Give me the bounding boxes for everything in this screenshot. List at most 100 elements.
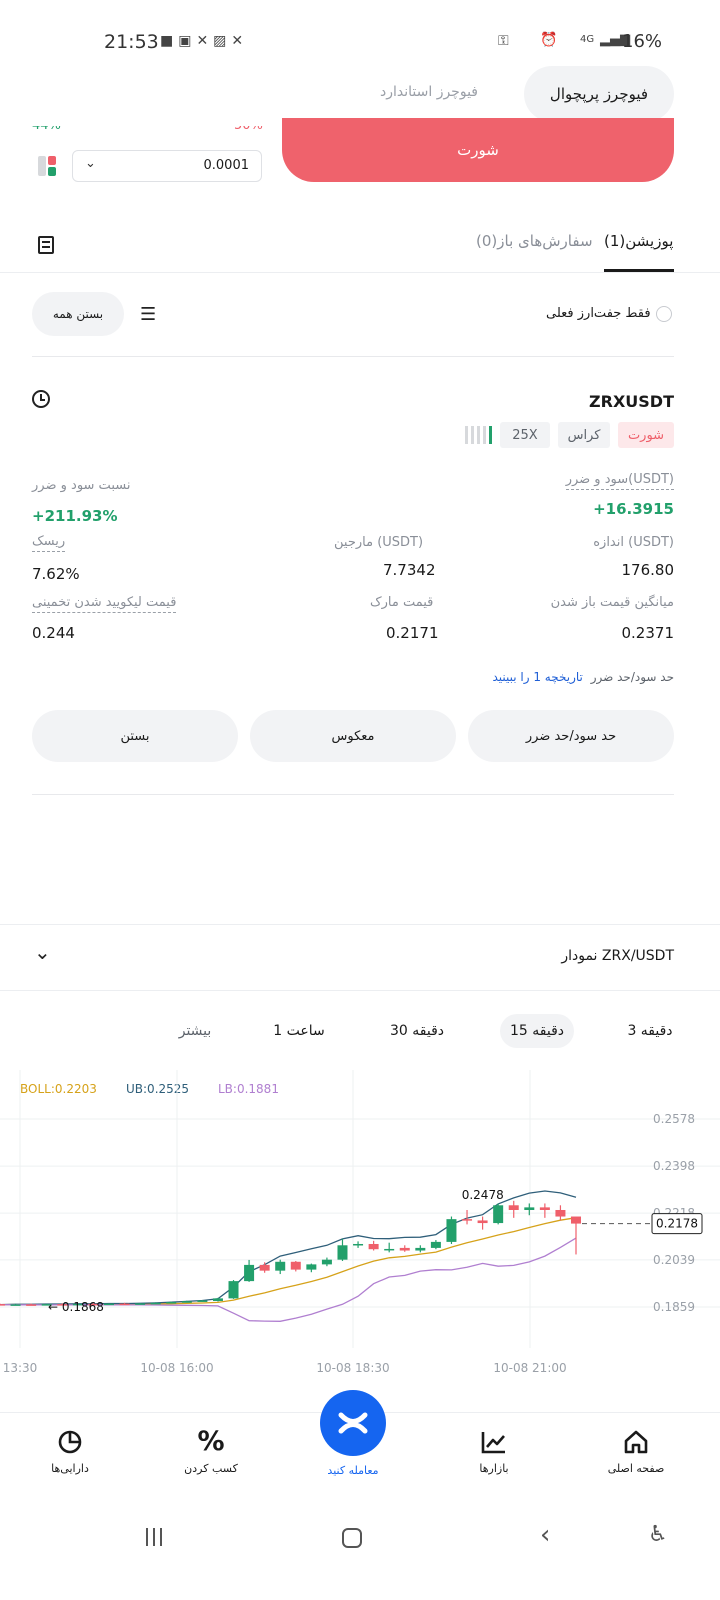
- home-icon: [624, 1430, 648, 1454]
- accessibility-icon[interactable]: ♿: [648, 1522, 668, 1547]
- tab-open-orders[interactable]: سفارش‌های باز(0): [476, 232, 593, 250]
- quantity-select[interactable]: ⌄ 0.0001: [72, 150, 262, 182]
- candle-body: [539, 1207, 550, 1210]
- side-badge-label: شورت: [627, 427, 665, 443]
- chart-title: نمودار ZRX/USDT: [561, 948, 674, 964]
- timeframe-3m[interactable]: 3 دقیقه: [620, 1014, 680, 1048]
- tab-positions[interactable]: پوزیشن(1): [604, 232, 674, 272]
- percent-icon: %: [197, 1426, 225, 1457]
- close-all-label: بستن همه: [52, 307, 104, 321]
- candle-body: [197, 1300, 208, 1302]
- size-value: 176.80: [621, 561, 675, 579]
- sort-icon[interactable]: ☰: [140, 304, 156, 325]
- tab-perpetual-label: فیوچرز پرپچوال: [549, 85, 649, 103]
- candlestick-chart[interactable]: 0.25780.23980.22180.20390.185913:3010-08…: [0, 1070, 720, 1390]
- tpsl-history-link[interactable]: تاریخچه 1 را ببینید: [492, 670, 582, 684]
- candle-body: [446, 1219, 457, 1242]
- nav-assets-label: دارایی‌ها: [51, 1462, 89, 1475]
- candle-body: [524, 1207, 535, 1210]
- risk-label[interactable]: ریسک: [32, 534, 66, 552]
- pnl-label[interactable]: سود و ضرر(USDT): [565, 472, 674, 490]
- leverage-badge: 25X: [500, 422, 550, 448]
- home-button[interactable]: [342, 1528, 362, 1548]
- reverse-button[interactable]: معکوس: [250, 710, 456, 762]
- tabs-divider: [0, 272, 720, 273]
- nav-trade[interactable]: معامله کنید: [303, 1390, 403, 1477]
- current-pair-only-label[interactable]: فقط جفت‌ارز فعلی: [546, 306, 651, 321]
- entry-price-value: 0.2371: [621, 624, 675, 642]
- reverse-button-label: معکوس: [331, 728, 375, 744]
- nav-earn[interactable]: % کسب کردن: [161, 1426, 261, 1476]
- x-tick-label: 10-08 21:00: [493, 1361, 566, 1375]
- candle-body: [181, 1301, 192, 1303]
- nav-markets[interactable]: بازارها: [444, 1428, 544, 1475]
- mark-price-label: قیمت مارک: [370, 595, 434, 610]
- timeframe-more[interactable]: بیشتر: [160, 1014, 230, 1048]
- candle-body: [321, 1259, 332, 1265]
- candle-body: [493, 1205, 504, 1224]
- size-label: اندازه (USDT): [593, 535, 674, 550]
- battery-level: 16%: [622, 31, 663, 52]
- tab-positions-label: پوزیشن(1): [604, 232, 674, 250]
- nav-home-label: صفحه اصلی: [607, 1462, 665, 1475]
- min-price-label: ← 0.1868: [48, 1300, 104, 1314]
- x-tick-label: 10-08 18:30: [316, 1361, 389, 1375]
- candle-body: [399, 1247, 410, 1251]
- recent-apps-button[interactable]: [146, 1528, 164, 1548]
- close-position-label: بستن: [120, 728, 150, 744]
- entry-price-label: میانگین قیمت باز شدن: [550, 595, 674, 610]
- chart-collapse-chevron-icon[interactable]: ⌄: [34, 940, 51, 964]
- liquidation-price-label[interactable]: قیمت لیکویید شدن تخمینی: [32, 595, 177, 613]
- y-tick-label: 0.2039: [653, 1253, 695, 1267]
- timeframe-30m[interactable]: 30 دقیقه: [380, 1014, 454, 1048]
- mark-price-value: 0.2171: [386, 624, 439, 642]
- candle-body: [244, 1264, 255, 1282]
- alarm-icon: ⏰: [540, 32, 558, 48]
- y-tick-label: 0.1859: [653, 1300, 695, 1314]
- key-icon: ⚿: [498, 33, 509, 49]
- timeframe-3m-label: 3 دقیقه: [627, 1023, 673, 1039]
- tpsl-button[interactable]: حد سود/حد ضرر: [468, 710, 674, 762]
- timeframe-30m-label: 30 دقیقه: [389, 1023, 444, 1039]
- timeframe-1h[interactable]: 1 ساعت: [262, 1014, 336, 1048]
- tab-perpetual-futures[interactable]: فیوچرز پرپچوال: [524, 66, 674, 122]
- liquidation-price-value: 0.244: [32, 624, 75, 642]
- pnl-ratio-label: نسبت سود و ضرر: [32, 478, 131, 493]
- short-button[interactable]: شورت: [282, 118, 674, 182]
- nav-trade-label: معامله کنید: [327, 1464, 379, 1477]
- short-button-label: شورت: [457, 141, 499, 159]
- document-icon[interactable]: [38, 236, 54, 254]
- candle-body: [337, 1245, 348, 1260]
- position-symbol[interactable]: ZRXUSDT: [589, 392, 674, 411]
- current-price-label: 0.2178: [656, 1217, 698, 1231]
- close-position-button[interactable]: بستن: [32, 710, 238, 762]
- history-icon[interactable]: [32, 390, 50, 408]
- candle-body: [430, 1241, 441, 1248]
- status-time: 21:53: [104, 31, 159, 53]
- side-badge: شورت: [618, 422, 674, 448]
- candle-body: [571, 1216, 581, 1224]
- nav-home[interactable]: صفحه اصلی: [586, 1428, 686, 1475]
- candle-body: [166, 1302, 177, 1304]
- candle-body: [306, 1264, 317, 1270]
- timeframe-15m-label: 15 دقیقه: [509, 1023, 564, 1039]
- close-all-button[interactable]: بستن همه: [32, 292, 124, 336]
- tpsl-row: حد سود/حد ضرر تاریخچه 1 را ببینید: [492, 670, 674, 684]
- layout-toggle-icon[interactable]: [38, 156, 58, 176]
- pie-chart-icon: [58, 1430, 82, 1454]
- candle-body: [228, 1281, 239, 1299]
- chart-header-divider: [0, 990, 720, 991]
- current-pair-only-radio[interactable]: [656, 306, 672, 322]
- candle-body: [555, 1209, 566, 1217]
- y-tick-label: 0.2578: [653, 1112, 695, 1126]
- candle-body: [353, 1243, 364, 1246]
- back-button[interactable]: ‹: [540, 1520, 550, 1550]
- tab-standard-futures[interactable]: فیوچرز استاندارد: [380, 84, 478, 100]
- nav-assets[interactable]: دارایی‌ها: [20, 1428, 120, 1475]
- candle-body: [259, 1264, 270, 1271]
- candle-body: [212, 1298, 223, 1301]
- nav-earn-label: کسب کردن: [184, 1462, 238, 1475]
- timeframe-15m[interactable]: 15 دقیقه: [500, 1014, 574, 1048]
- partial-percent-right: 50%: [234, 118, 263, 133]
- candle-body: [508, 1205, 519, 1210]
